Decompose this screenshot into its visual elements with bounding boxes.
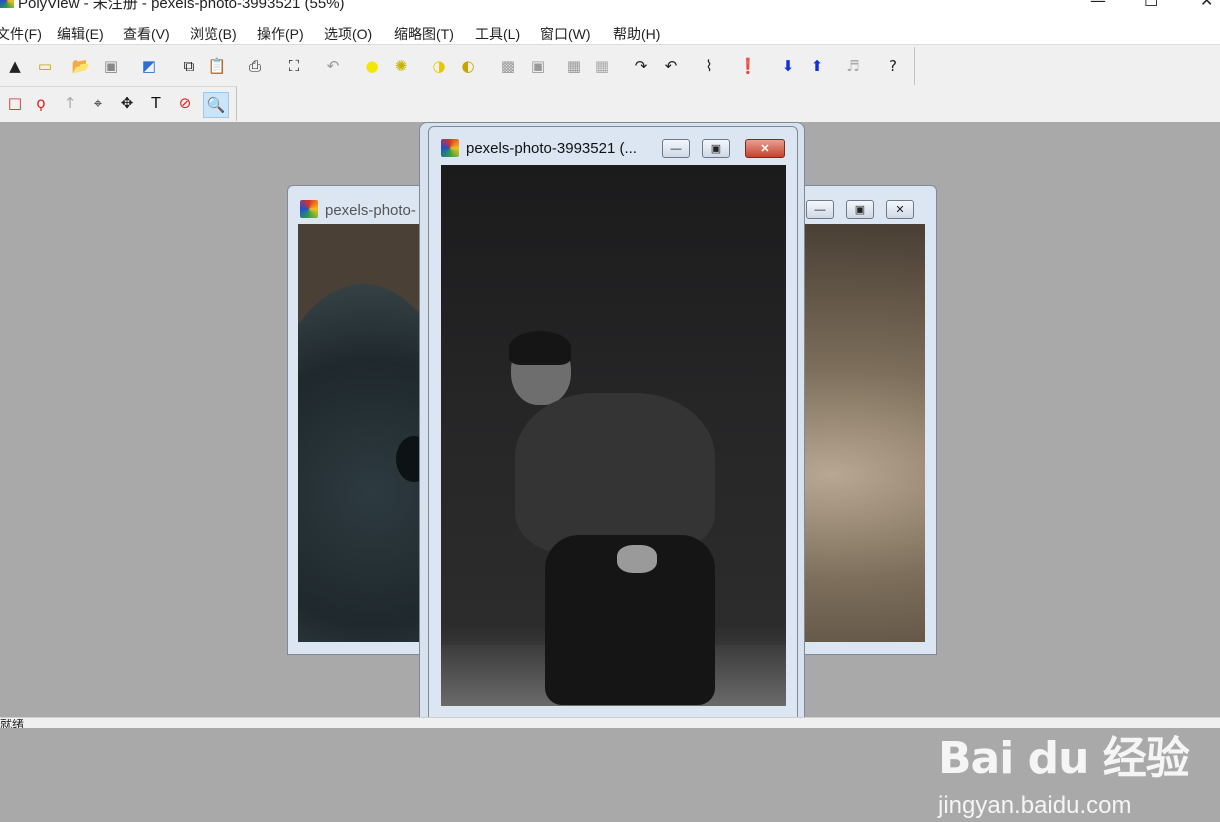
arrow-tool-icon[interactable]: ↑ <box>59 92 81 114</box>
grid-icon[interactable]: ▦ <box>563 55 585 77</box>
baidu-watermark: Bai du 经验 jingyan.baidu.com <box>938 722 1190 822</box>
lasso-select-icon[interactable]: ϙ <box>30 92 52 114</box>
music-icon[interactable]: ♬ <box>842 55 864 77</box>
menu-window[interactable]: 窗口(W) <box>540 24 591 44</box>
undo-icon[interactable]: ↶ <box>322 55 344 77</box>
open-folder-icon[interactable]: 📂 <box>70 55 92 77</box>
brightness-down-icon[interactable]: ✺ <box>390 55 412 77</box>
next-down-icon[interactable]: ⬇ <box>777 55 799 77</box>
menu-tools[interactable]: 工具(L) <box>475 24 520 44</box>
acquire-icon[interactable]: ▲ <box>4 55 26 77</box>
contrast-up-icon[interactable]: ◑ <box>428 55 450 77</box>
grid-alt-icon[interactable]: ▦ <box>591 55 613 77</box>
paste-icon[interactable]: 📋 <box>206 55 228 77</box>
minimize-button[interactable]: — <box>1090 0 1106 10</box>
toolbar-area: ▲ ▭ 📂 ▣ ◩ ⧉ 📋 ⎙ ⛶ ↶ ● ✺ ◑ ◐ ▩ ▣ ▦ ▦ ↷ ↶ ⌇ ❗ ⬇ ⬆ ♬? □ ϙ ↑ ⌖ ✥ T ⊘ 🔍 <box>0 44 1220 123</box>
save-icon[interactable]: ▣ <box>100 55 122 77</box>
child-restore-button[interactable]: ▣ <box>702 139 730 158</box>
frame-icon[interactable]: ▣ <box>527 55 549 77</box>
man-sweater-shape <box>515 393 715 553</box>
menu-bar: 文件(F) 编辑(E) 查看(V) 浏览(B) 操作(P) 选项(O) 缩略图(… <box>0 22 1220 44</box>
print-icon[interactable]: ⎙ <box>244 55 266 77</box>
color-adjust-icon[interactable]: ◩ <box>138 55 160 77</box>
app-icon <box>0 0 14 8</box>
zoom-tool-icon[interactable]: 🔍 <box>203 92 229 118</box>
contrast-down-icon[interactable]: ◐ <box>457 55 479 77</box>
man-hair-shape <box>509 331 571 365</box>
menu-thumbnails[interactable]: 缩略图(T) <box>394 24 454 44</box>
man-photo <box>441 165 786 706</box>
menu-operate[interactable]: 操作(P) <box>257 24 304 44</box>
maximize-button[interactable]: ☐ <box>1144 0 1158 10</box>
rotate-right-icon[interactable]: ↷ <box>630 55 652 77</box>
status-bar: 就绪 <box>0 717 1220 728</box>
prev-up-icon[interactable]: ⬆ <box>806 55 828 77</box>
watermark-url: jingyan.baidu.com <box>938 792 1132 819</box>
close-button[interactable]: ✕ <box>1200 0 1213 10</box>
mdi-workspace: pexels-photo- — ▣ ✕ pexels-photo-3993521… <box>0 122 1220 819</box>
child-minimize-button[interactable]: — <box>662 139 690 158</box>
child-minimize-button[interactable]: — <box>806 200 834 219</box>
child-restore-button[interactable]: ▣ <box>846 200 874 219</box>
main-toolbar: ▲ ▭ 📂 ▣ ◩ ⧉ 📋 ⎙ ⛶ ↶ ● ✺ ◑ ◐ ▩ ▣ ▦ ▦ ↷ ↶ ⌇ ❗ ⬇ ⬆ ♬? <box>0 47 915 85</box>
text-tool-icon[interactable]: T <box>145 92 167 114</box>
info-icon[interactable]: ❗ <box>737 55 759 77</box>
brightness-up-icon[interactable]: ● <box>361 55 383 77</box>
menu-help[interactable]: 帮助(H) <box>613 24 660 44</box>
menu-browse[interactable]: 浏览(B) <box>190 24 237 44</box>
menu-view[interactable]: 查看(V) <box>123 24 170 44</box>
menu-file[interactable]: 文件(F) <box>0 24 42 44</box>
man-hands-shape <box>617 545 657 573</box>
title-bar: PolyView - 未注册 - pexels-photo-3993521 (5… <box>0 0 1220 22</box>
crop-tool-icon[interactable]: ⌖ <box>87 92 109 114</box>
child-close-button[interactable]: ✕ <box>745 139 785 158</box>
watermark-logo: Bai du 经验 <box>938 733 1190 784</box>
help-icon[interactable]: ? <box>882 55 904 77</box>
child-window-active[interactable]: pexels-photo-3993521 (... — ▣ ✕ <box>428 126 798 719</box>
dither-icon[interactable]: ▩ <box>497 55 519 77</box>
menu-edit[interactable]: 编辑(E) <box>57 24 104 44</box>
child-window-title: pexels-photo- <box>325 202 416 219</box>
child-window-title: pexels-photo-3993521 (... <box>466 140 637 157</box>
copy-icon[interactable]: ⧉ <box>178 55 200 77</box>
tools-toolbar: □ ϙ ↑ ⌖ ✥ T ⊘ 🔍 <box>0 86 237 121</box>
image-file-icon <box>441 139 459 157</box>
rotate-left-icon[interactable]: ↶ <box>660 55 682 77</box>
new-icon[interactable]: ▭ <box>34 55 56 77</box>
move-tool-icon[interactable]: ✥ <box>116 92 138 114</box>
rect-select-icon[interactable]: □ <box>4 92 26 114</box>
fit-window-icon[interactable]: ⛶ <box>283 55 305 77</box>
redeye-tool-icon[interactable]: ⊘ <box>174 92 196 114</box>
image-file-icon <box>300 200 318 218</box>
window-title: PolyView - 未注册 - pexels-photo-3993521 (5… <box>18 0 345 12</box>
menu-options[interactable]: 选项(O) <box>324 24 372 44</box>
child-close-button[interactable]: ✕ <box>886 200 914 219</box>
histogram-icon[interactable]: ⌇ <box>698 55 720 77</box>
